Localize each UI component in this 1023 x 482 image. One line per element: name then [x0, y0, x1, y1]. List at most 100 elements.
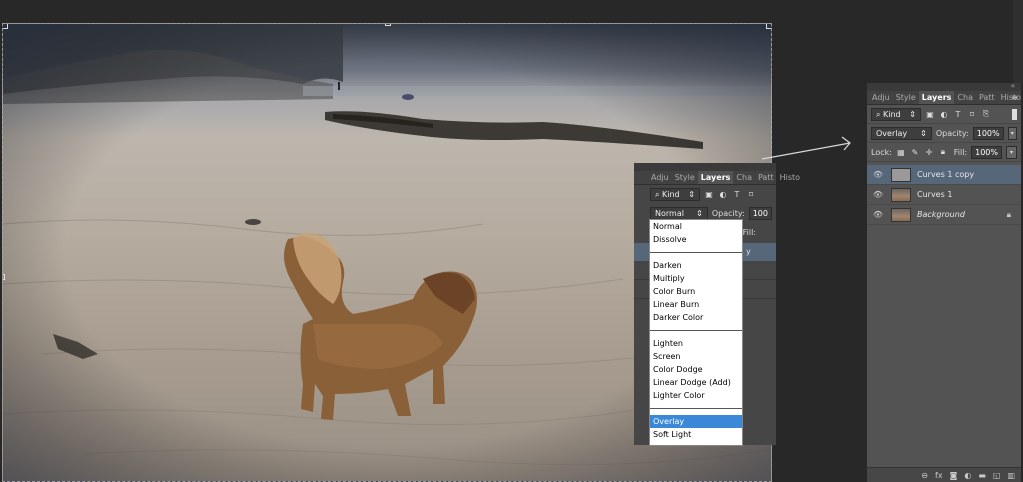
- blend-option[interactable]: Darken: [650, 259, 742, 272]
- opacity-label: Opacity:: [711, 208, 745, 218]
- kind-label: ⌕ Kind: [655, 189, 680, 199]
- layer-thumbnail: [891, 187, 911, 202]
- layer-thumbnail: [891, 207, 911, 222]
- lock-transparent-icon[interactable]: ▦: [896, 147, 906, 157]
- collapse-icon[interactable]: «: [1011, 82, 1015, 90]
- transform-handle-left-middle[interactable]: [3, 274, 5, 280]
- kind-label: ⌕ Kind: [876, 109, 901, 119]
- blend-mode-select[interactable]: Normal ⇕: [650, 206, 708, 220]
- blend-option[interactable]: Linear Dodge (Add): [650, 376, 742, 389]
- blend-option[interactable]: Lighter Color: [650, 389, 742, 402]
- adjustment-icon[interactable]: ◐: [964, 471, 971, 480]
- blend-option[interactable]: Color Dodge: [650, 363, 742, 376]
- tab-layers[interactable]: Layers: [697, 171, 734, 184]
- blend-option[interactable]: Screen: [650, 350, 742, 363]
- lock-label: Lock:: [871, 147, 892, 157]
- type-filter-icon[interactable]: T: [732, 189, 742, 199]
- visibility-eye-icon[interactable]: 👁︎: [871, 210, 885, 219]
- fill-slider-button[interactable]: ▾: [1006, 145, 1017, 159]
- kind-filter-select[interactable]: ⌕ Kind ⇕: [650, 187, 700, 201]
- layer-name: Curves 1: [917, 190, 953, 199]
- visibility-eye-icon[interactable]: 👁︎: [871, 170, 885, 179]
- lock-position-icon[interactable]: ✛: [924, 147, 934, 157]
- blend-option[interactable]: Linear Burn: [650, 298, 742, 311]
- updown-icon: ⇕: [696, 208, 703, 218]
- inset-panel-tabs: Adju Style Layers Cha Patt Histo: [634, 171, 800, 185]
- transform-handle-top-right[interactable]: [766, 24, 771, 29]
- folder-icon[interactable]: ▬: [978, 471, 986, 480]
- inset-filter-row: ⌕ Kind ⇕ ▣ ◐ T ⌑: [634, 185, 776, 204]
- layer-thumbnail: [891, 167, 911, 182]
- lock-image-icon[interactable]: ✎: [910, 147, 920, 157]
- blend-row: Overlay ⇕ Opacity: 100% ▾: [867, 124, 1021, 143]
- adjustment-filter-icon[interactable]: ◐: [718, 189, 728, 199]
- tab-channels[interactable]: Cha: [733, 171, 755, 184]
- blend-option[interactable]: Darker Color: [650, 311, 742, 324]
- blend-option[interactable]: Multiply: [650, 272, 742, 285]
- tab-history[interactable]: Histo: [777, 171, 803, 184]
- blend-option[interactable]: Normal: [650, 220, 742, 233]
- tab-paths[interactable]: Patt: [755, 171, 777, 184]
- blend-option[interactable]: Soft Light: [650, 428, 742, 441]
- tab-layers[interactable]: Layers: [918, 91, 955, 104]
- opacity-label: Opacity:: [935, 128, 969, 138]
- visibility-eye-icon[interactable]: 👁︎: [871, 190, 885, 199]
- opacity-input[interactable]: 100%: [972, 126, 1004, 140]
- shape-filter-icon[interactable]: ⌑: [967, 109, 977, 119]
- layer-row[interactable]: 👁︎ Background 🔒︎: [867, 205, 1021, 225]
- layer-list: 👁︎ Curves 1 copy 👁︎ Curves 1 👁︎ Background 🔒︎: [867, 165, 1021, 225]
- blend-mode-value: Overlay: [876, 128, 908, 138]
- fx-icon[interactable]: fx: [935, 471, 943, 480]
- tab-paths[interactable]: Patt: [976, 91, 998, 104]
- tab-adjustments[interactable]: Adju: [648, 171, 672, 184]
- lock-all-icon[interactable]: 🔒︎: [938, 147, 948, 157]
- type-filter-icon[interactable]: T: [953, 109, 963, 119]
- tab-channels[interactable]: Cha: [954, 91, 976, 104]
- panel-grip: [634, 163, 776, 171]
- link-icon[interactable]: ⊖: [921, 471, 928, 480]
- blend-mode-select[interactable]: Overlay ⇕: [871, 126, 932, 140]
- tab-styles[interactable]: Style: [893, 91, 919, 104]
- transform-handle-top-middle[interactable]: [385, 24, 391, 26]
- layers-panel: « Adju Style Layers Cha Patt Histo ≡ ⌕ K…: [867, 82, 1021, 482]
- opacity-input[interactable]: 100: [748, 206, 772, 220]
- blend-option[interactable]: Dissolve: [650, 233, 742, 246]
- trash-icon[interactable]: ▥: [1007, 471, 1015, 480]
- panel-menu-icon[interactable]: ≡: [1011, 91, 1018, 104]
- dropdown-separator: [650, 402, 742, 415]
- updown-icon: ⇕: [909, 109, 916, 119]
- transform-handle-top-left[interactable]: [3, 24, 8, 29]
- filter-toggle[interactable]: [1012, 108, 1017, 120]
- adjustment-filter-icon[interactable]: ◐: [939, 109, 949, 119]
- shape-filter-icon[interactable]: ⌑: [746, 189, 756, 199]
- opacity-slider-button[interactable]: ▾: [1007, 126, 1017, 140]
- fill-label: Fill:: [742, 227, 756, 237]
- layer-row[interactable]: 👁︎ Curves 1 copy: [867, 165, 1021, 185]
- blend-mode-dropdown-list: Normal Dissolve Darken Multiply Color Burn Li…: [649, 219, 743, 446]
- dropdown-separator: [650, 324, 742, 337]
- inset-layer-partial-name: y: [746, 247, 751, 256]
- layer-lock-icon: 🔒︎: [1006, 209, 1011, 219]
- layers-panel-tabs: Adju Style Layers Cha Patt Histo ≡: [867, 91, 1021, 105]
- blend-option[interactable]: Overlay: [650, 415, 742, 428]
- new-layer-icon[interactable]: ◱: [993, 471, 1001, 480]
- fill-label: Fill:: [953, 147, 968, 157]
- dropdown-separator: [650, 246, 742, 259]
- kind-filter-select[interactable]: ⌕ Kind ⇕: [871, 107, 921, 121]
- updown-icon: ⇕: [920, 128, 927, 138]
- tab-styles[interactable]: Style: [672, 171, 698, 184]
- blend-mode-value: Normal: [655, 208, 684, 218]
- layer-row[interactable]: 👁︎ Curves 1: [867, 185, 1021, 205]
- filter-row: ⌕ Kind ⇕ ▣ ◐ T ⌑ ⎘: [867, 105, 1021, 124]
- blend-option[interactable]: Color Burn: [650, 285, 742, 298]
- mask-icon[interactable]: ◙: [950, 471, 958, 480]
- smart-object-filter-icon[interactable]: ⎘: [981, 109, 991, 119]
- pixel-filter-icon[interactable]: ▣: [704, 189, 714, 199]
- pixel-filter-icon[interactable]: ▣: [925, 109, 935, 119]
- window-scrollbar[interactable]: [1013, 0, 1023, 83]
- blend-option[interactable]: Lighten: [650, 337, 742, 350]
- tab-history[interactable]: Histo: [998, 91, 1023, 104]
- updown-icon: ⇕: [688, 189, 695, 199]
- fill-input[interactable]: 100%: [971, 145, 1002, 159]
- tab-adjustments[interactable]: Adju: [869, 91, 893, 104]
